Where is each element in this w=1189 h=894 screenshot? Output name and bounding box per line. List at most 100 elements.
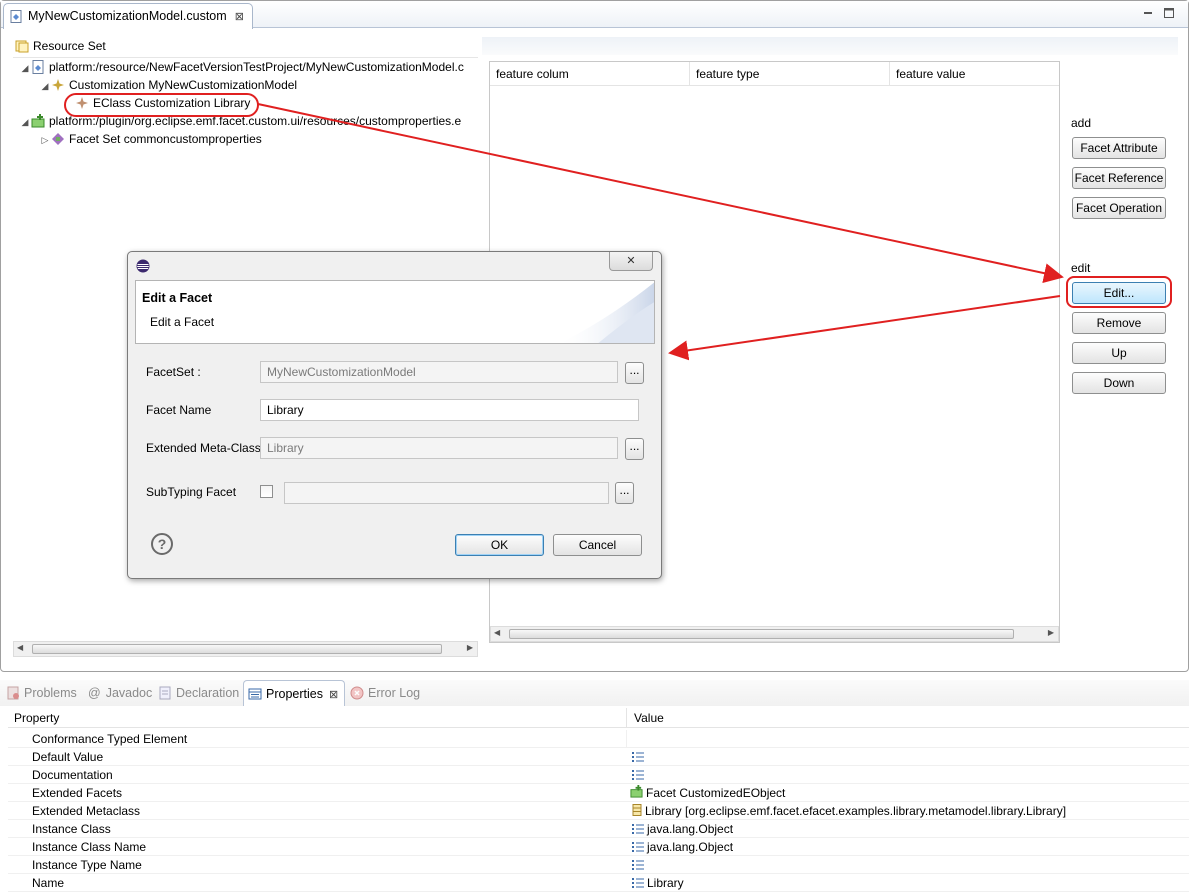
- subtyping-label: SubTyping Facet: [146, 485, 237, 499]
- list-icon: [632, 860, 644, 870]
- property-name: Extended Metaclass: [32, 804, 141, 818]
- property-name: Extended Facets: [32, 786, 123, 800]
- facetset-browse-button[interactable]: ...: [625, 362, 644, 384]
- scroll-left-icon[interactable]: ◀: [494, 628, 500, 637]
- property-name: Documentation: [32, 768, 113, 782]
- list-icon: [632, 842, 644, 852]
- properties-view: Problems @ Javadoc Declaration Properties…: [0, 678, 1189, 894]
- facet-reference-button[interactable]: Facet Reference: [1072, 167, 1166, 189]
- down-button[interactable]: Down: [1072, 372, 1166, 394]
- dialog-subtitle: Edit a Facet: [150, 315, 215, 329]
- add-label: add: [1071, 116, 1092, 130]
- error-log-icon: [350, 686, 364, 700]
- remove-button[interactable]: Remove: [1072, 312, 1166, 334]
- column-header[interactable]: feature type: [690, 62, 890, 86]
- facet-operation-button[interactable]: Facet Operation: [1072, 197, 1166, 219]
- column-header[interactable]: feature colum: [490, 62, 690, 86]
- custom-file-icon: [32, 60, 44, 74]
- table-scrollbar[interactable]: ◀ ▶: [490, 626, 1059, 642]
- property-name: Name: [32, 876, 65, 890]
- declaration-icon: [159, 686, 171, 700]
- tree-item-label: Facet Set commoncustomproperties: [69, 132, 262, 146]
- tree-root[interactable]: Resource Set: [13, 37, 478, 58]
- property-row[interactable]: Instance Type Name: [8, 856, 1189, 874]
- edit-facet-dialog: ✕ Edit a Facet Edit a Facet FacetSet : M…: [127, 251, 662, 579]
- property-value: Library [org.eclipse.emf.facet.efacet.ex…: [645, 804, 1067, 818]
- property-row[interactable]: Extended Facets Facet CustomizedEObject: [8, 784, 1189, 802]
- up-button[interactable]: Up: [1072, 342, 1166, 364]
- facetset-field: MyNewCustomizationModel: [260, 361, 618, 383]
- editor-tab[interactable]: MyNewCustomizationModel.custom ⊠: [3, 3, 253, 29]
- list-icon: [632, 824, 644, 834]
- property-value: Library: [647, 876, 684, 890]
- metaclass-field: Library: [260, 437, 618, 459]
- column-header[interactable]: feature value: [890, 62, 1059, 86]
- close-icon[interactable]: ⊠: [329, 689, 338, 701]
- close-icon[interactable]: ⊠: [235, 11, 244, 23]
- property-column-header[interactable]: Property: [14, 711, 59, 725]
- dialog-title: Edit a Facet: [142, 291, 213, 305]
- facet-name-input[interactable]: Library: [260, 399, 639, 421]
- scroll-right-icon[interactable]: ▶: [467, 643, 473, 652]
- expand-right-icon[interactable]: ▷: [39, 131, 51, 149]
- facet-attribute-button[interactable]: Facet Attribute: [1072, 137, 1166, 159]
- header-banner-graphic: [560, 282, 654, 343]
- tab-properties[interactable]: Properties ⊠: [243, 680, 346, 706]
- close-icon[interactable]: ✕: [626, 255, 635, 267]
- tree-item-customization[interactable]: ◢ Customization MyNewCustomizationModel: [13, 76, 478, 94]
- scroll-right-icon[interactable]: ▶: [1048, 628, 1054, 637]
- eclass-icon: [632, 804, 642, 816]
- tab-label: Javadoc: [105, 686, 153, 700]
- property-value: Facet CustomizedEObject: [646, 786, 786, 800]
- list-icon: [632, 752, 644, 762]
- resource-set-icon: [15, 40, 29, 53]
- metaclass-browse-button[interactable]: ...: [625, 438, 644, 460]
- expand-down-icon[interactable]: ◢: [39, 77, 51, 95]
- tab-javadoc[interactable]: @ Javadoc: [88, 682, 152, 704]
- annotation-highlight: [1066, 276, 1172, 308]
- tab-error-log[interactable]: Error Log: [350, 682, 420, 704]
- details-header-bar: [482, 37, 1178, 55]
- cancel-button[interactable]: Cancel: [553, 534, 642, 556]
- facet-plugin-icon: [31, 114, 45, 128]
- property-row[interactable]: Instance Class java.lang.Object: [8, 820, 1189, 838]
- maximize-icon[interactable]: [1162, 6, 1176, 20]
- custom-file-icon: [10, 10, 22, 23]
- scroll-left-icon[interactable]: ◀: [17, 643, 23, 652]
- property-value: java.lang.Object: [647, 822, 734, 836]
- dialog-close-button[interactable]: ✕: [609, 252, 653, 271]
- list-icon: [632, 878, 644, 888]
- tree-scrollbar[interactable]: ◀ ▶: [13, 641, 478, 657]
- facet-set-icon: [52, 133, 64, 145]
- property-row[interactable]: Instance Class Name java.lang.Object: [8, 838, 1189, 856]
- tree-item-resource[interactable]: ◢ platform:/resource/NewFacetVersionTestP…: [13, 58, 478, 76]
- scroll-thumb[interactable]: [32, 644, 442, 654]
- tab-declaration[interactable]: Declaration: [158, 682, 239, 704]
- scroll-thumb[interactable]: [509, 629, 1014, 639]
- tree-item-facet-set[interactable]: ▷ Facet Set commoncustomproperties: [13, 130, 478, 148]
- expand-down-icon[interactable]: ◢: [19, 113, 31, 131]
- property-row[interactable]: Documentation: [8, 766, 1189, 784]
- subtyping-browse-button[interactable]: ...: [615, 482, 634, 504]
- property-row[interactable]: Extended Metaclass Library [org.eclipse.e…: [8, 802, 1189, 820]
- help-icon[interactable]: ?: [151, 533, 173, 555]
- editor-tab-label: MyNewCustomizationModel.custom: [28, 9, 227, 23]
- metaclass-label: Extended Meta-Class: [146, 441, 261, 455]
- subtyping-field: [284, 482, 609, 504]
- property-row[interactable]: Name Library: [8, 874, 1189, 892]
- eclipse-icon: [136, 259, 150, 273]
- minimize-icon[interactable]: [1141, 6, 1155, 20]
- value-column-header[interactable]: Value: [634, 711, 664, 725]
- tab-problems[interactable]: Problems: [6, 682, 77, 704]
- tab-label: Error Log: [368, 686, 421, 700]
- ok-button[interactable]: OK: [455, 534, 544, 556]
- property-row[interactable]: Default Value: [8, 748, 1189, 766]
- expand-down-icon[interactable]: ◢: [19, 59, 31, 77]
- properties-icon: [248, 688, 262, 700]
- subtyping-checkbox[interactable]: [260, 485, 273, 498]
- tab-label: Problems: [24, 686, 77, 700]
- tab-label: Declaration: [176, 686, 240, 700]
- properties-header: Property Value: [8, 708, 1189, 728]
- property-row[interactable]: Conformance Typed Element: [8, 730, 1189, 748]
- tree-root-label: Resource Set: [33, 39, 106, 53]
